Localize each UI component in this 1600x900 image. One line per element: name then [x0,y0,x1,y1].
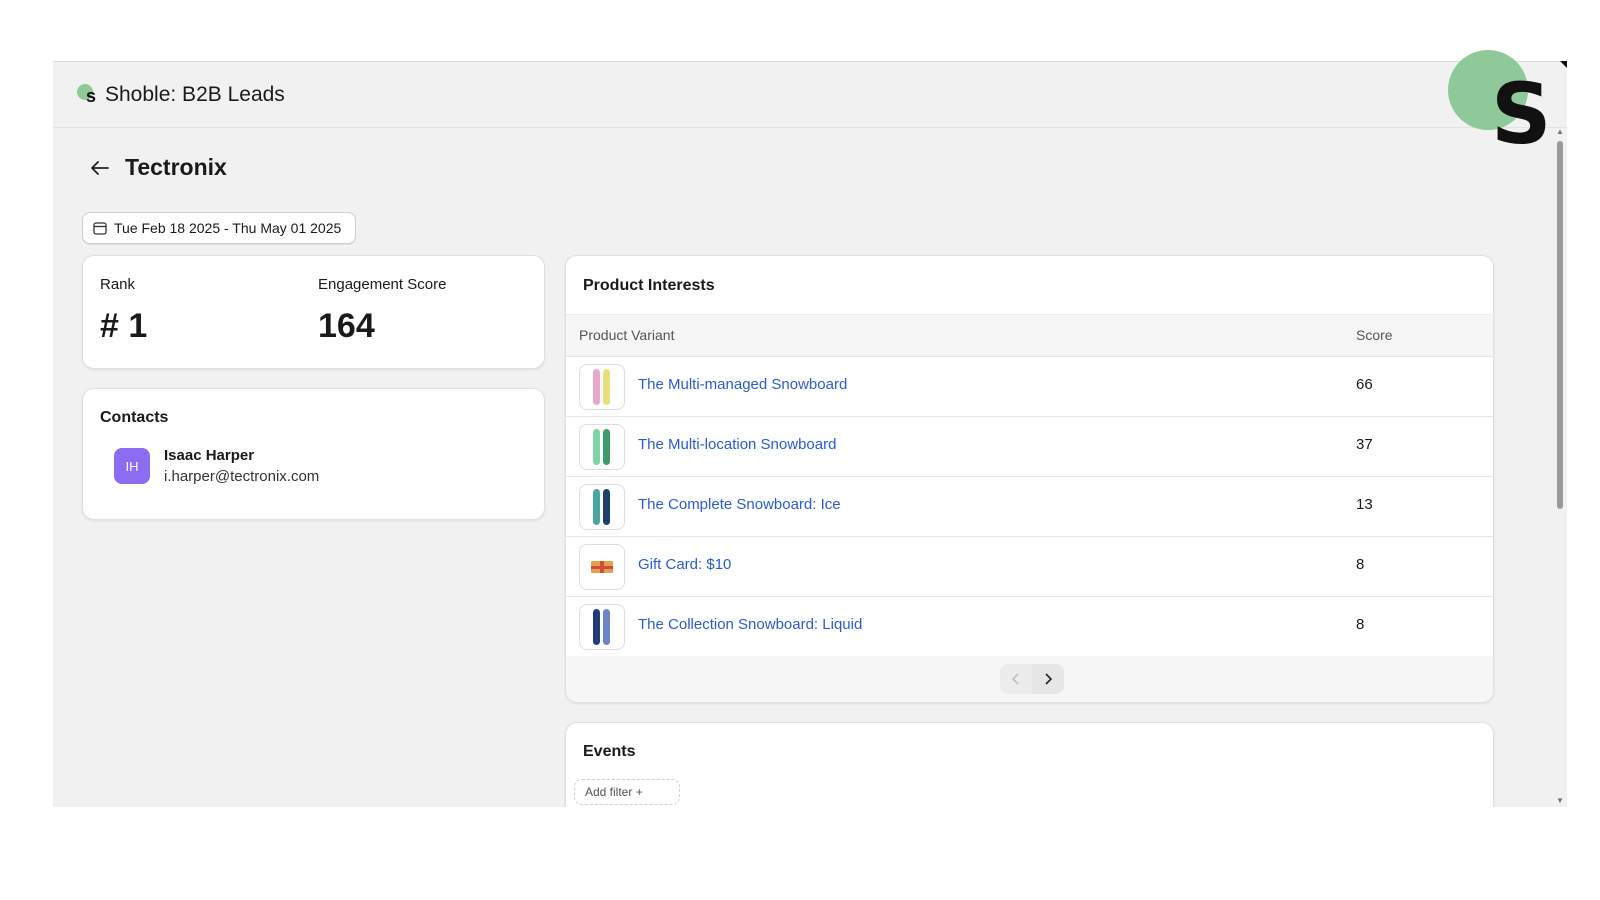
contact-item: IH Isaac Harper i.harper@tectronix.com [114,447,319,485]
calendar-icon [93,221,107,235]
product-link[interactable]: The Multi-managed Snowboard [638,376,847,393]
product-link[interactable]: The Multi-location Snowboard [638,436,836,453]
product-link[interactable]: The Collection Snowboard: Liquid [638,616,862,633]
brand-logo-icon: S [1448,50,1553,156]
contact-name: Isaac Harper [164,447,255,464]
product-interests-title: Product Interests [583,277,715,294]
app-logo-icon: s [77,83,99,106]
vertical-scrollbar[interactable]: ▲ ▼ [1553,127,1567,807]
chevron-left-icon [1012,673,1019,685]
table-row: The Multi-managed Snowboard 66 [566,356,1493,417]
add-filter-button[interactable]: Add filter + [574,779,680,805]
app-header: s Shoble: B2B Leads [53,62,1567,128]
scrollbar-thumb[interactable] [1557,141,1563,509]
product-link[interactable]: Gift Card: $10 [638,556,731,573]
column-header-score: Score [1356,327,1393,343]
table-row: The Collection Snowboard: Liquid 8 [566,596,1493,657]
app-title: Shoble: B2B Leads [105,82,285,106]
column-header-variant: Product Variant [579,327,675,343]
product-score: 37 [1356,436,1373,453]
gift-card-icon [579,544,625,590]
avatar: IH [114,448,150,484]
contacts-title: Contacts [100,409,169,426]
product-score: 66 [1356,376,1373,393]
next-page-button[interactable] [1032,664,1064,694]
rank-value: # 1 [100,307,148,345]
stats-card: Rank # 1 Engagement Score 164 [82,255,545,369]
corner-mark [1560,61,1567,68]
product-interests-card: Product Interests Product Variant Score … [565,255,1494,703]
product-score: 8 [1356,616,1365,633]
chevron-right-icon [1045,673,1052,685]
page-header: Tectronix [89,154,227,181]
product-link[interactable]: The Complete Snowboard: Ice [638,496,841,513]
table-header: Product Variant Score [566,314,1493,357]
date-range-label: Tue Feb 18 2025 - Thu May 01 2025 [114,220,342,236]
engagement-label: Engagement Score [318,276,447,293]
product-score: 13 [1356,496,1373,513]
pagination [1000,664,1064,694]
snowboard-thumbnail-icon [579,364,625,410]
events-card: Events Add filter + [565,722,1494,807]
date-range-button[interactable]: Tue Feb 18 2025 - Thu May 01 2025 [82,212,357,244]
contact-email: i.harper@tectronix.com [164,468,320,485]
snowboard-thumbnail-icon [579,604,625,650]
rank-label: Rank [100,276,136,293]
events-title: Events [583,743,636,760]
scroll-down-icon[interactable]: ▼ [1556,796,1564,805]
rank-stat: Rank # 1 [100,276,147,346]
page-title: Tectronix [125,154,227,180]
product-score: 8 [1356,556,1365,573]
scroll-up-icon[interactable]: ▲ [1556,127,1564,136]
contacts-card: Contacts IH Isaac Harper i.harper@tectro… [82,388,545,520]
back-arrow-icon[interactable] [89,157,111,179]
prev-page-button[interactable] [1000,664,1032,694]
table-row: Gift Card: $10 8 [566,536,1493,597]
snowboard-thumbnail-icon [579,424,625,470]
app-window: s Shoble: B2B Leads Tectronix Tue Feb 18… [53,61,1567,807]
table-row: The Multi-location Snowboard 37 [566,416,1493,477]
engagement-value: 164 [318,307,375,345]
table-row: The Complete Snowboard: Ice 13 [566,476,1493,537]
engagement-stat: Engagement Score 164 [318,276,446,346]
snowboard-thumbnail-icon [579,484,625,530]
